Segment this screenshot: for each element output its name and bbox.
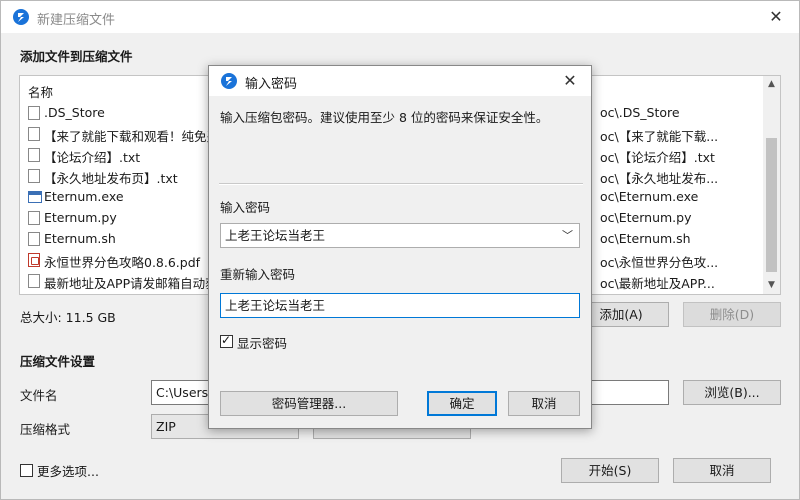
close-icon[interactable]: ✕ xyxy=(761,5,791,29)
file-path: oc\【来了就能下载... xyxy=(600,129,719,144)
file-name: 【永久地址发布页】.txt xyxy=(44,171,178,186)
file-path: oc\Eternum.sh xyxy=(600,231,691,246)
file-path: oc\.DS_Store xyxy=(600,105,680,120)
more-options-checkbox[interactable] xyxy=(20,464,33,477)
bandizip-logo-icon xyxy=(221,73,237,89)
password-value: 上老王论坛当老王 xyxy=(225,228,326,243)
file-icon xyxy=(28,232,40,246)
filename-label: 文件名 xyxy=(20,388,58,403)
exe-icon xyxy=(28,191,42,203)
dialog-title-bar: 输入密码 ✕ xyxy=(209,66,591,96)
file-name: Eternum.sh xyxy=(44,231,116,246)
list-item[interactable]: 永恒世界分色攻略0.8.6.pdf xyxy=(26,250,206,271)
more-options-label[interactable]: 更多选项... xyxy=(37,461,99,480)
list-item[interactable]: 最新地址及APP请发邮箱自动获 xyxy=(26,271,218,292)
list-item[interactable]: Eternum.sh xyxy=(26,229,206,250)
password-label: 输入密码 xyxy=(220,200,271,215)
file-path: oc\永恒世界分色攻... xyxy=(600,255,719,270)
delete-button[interactable]: 删除(D) xyxy=(683,302,781,327)
show-password-checkbox[interactable] xyxy=(220,333,233,348)
dialog-title: 输入密码 xyxy=(245,77,298,92)
total-size-text: 总大小: 11.5 GB xyxy=(20,310,116,325)
divider xyxy=(219,183,583,185)
file-path: oc\最新地址及APP... xyxy=(600,276,715,291)
scrollbar-thumb[interactable] xyxy=(766,138,777,272)
column-header-name[interactable]: 名称 xyxy=(28,82,53,101)
file-path: oc\Eternum.py xyxy=(600,210,692,225)
vertical-scrollbar[interactable]: ▲ ▼ xyxy=(763,76,780,294)
list-item[interactable]: .DS_Store xyxy=(26,103,206,124)
file-name: 最新地址及APP请发邮箱自动获 xyxy=(44,276,218,291)
file-path: oc\【论坛介绍】.txt xyxy=(600,150,715,165)
file-icon xyxy=(28,211,40,225)
file-name: Eternum.py xyxy=(44,210,117,225)
start-button[interactable]: 开始(S) xyxy=(561,458,659,483)
add-files-section-title: 添加文件到压缩文件 xyxy=(20,49,133,64)
browse-button[interactable]: 浏览(B)... xyxy=(683,380,781,405)
reenter-password-field[interactable]: 上老王论坛当老王 xyxy=(220,293,580,318)
dialog-close-icon[interactable]: ✕ xyxy=(555,69,585,93)
list-item[interactable]: Eternum.exe xyxy=(26,187,206,208)
chevron-down-icon[interactable]: ﹀ xyxy=(562,224,573,247)
file-icon xyxy=(28,148,40,162)
cancel-button[interactable]: 取消 xyxy=(673,458,771,483)
window-title: 新建压缩文件 xyxy=(37,13,116,28)
file-icon xyxy=(28,274,40,288)
password-field[interactable]: 上老王论坛当老王 ﹀ xyxy=(220,223,580,248)
file-name: Eternum.exe xyxy=(44,189,124,204)
list-item[interactable]: 【论坛介绍】.txt xyxy=(26,145,206,166)
list-item[interactable]: Eternum.py xyxy=(26,208,206,229)
file-name: 永恒世界分色攻略0.8.6.pdf xyxy=(44,255,201,270)
scroll-down-icon[interactable]: ▼ xyxy=(763,277,780,294)
file-icon xyxy=(28,169,40,183)
file-name: 【来了就能下载和观看！纯免费 xyxy=(44,129,220,144)
ok-button[interactable]: 确定 xyxy=(427,391,497,416)
format-label: 压缩格式 xyxy=(20,422,71,437)
file-icon xyxy=(28,127,40,141)
file-icon xyxy=(28,106,40,120)
file-path: oc\【永久地址发布... xyxy=(600,171,719,186)
bandizip-logo-icon xyxy=(13,9,29,25)
password-manager-button[interactable]: 密码管理器... xyxy=(220,391,398,416)
file-path: oc\Eternum.exe xyxy=(600,189,699,204)
list-item[interactable]: 【永久地址发布页】.txt xyxy=(26,166,206,187)
file-name: 【论坛介绍】.txt xyxy=(44,150,141,165)
compression-settings-title: 压缩文件设置 xyxy=(20,354,96,369)
file-name: .DS_Store xyxy=(44,105,105,120)
reenter-password-label: 重新输入密码 xyxy=(220,267,296,282)
show-password-label[interactable]: 显示密码 xyxy=(237,333,287,352)
title-bar: 新建压缩文件 ✕ xyxy=(1,1,799,33)
pdf-icon xyxy=(28,253,40,267)
list-item[interactable]: 【来了就能下载和观看！纯免费 xyxy=(26,124,219,145)
password-hint-text: 输入压缩包密码。建议使用至少 8 位的密码来保证安全性。 xyxy=(220,110,549,125)
password-dialog: 输入密码 ✕ 输入压缩包密码。建议使用至少 8 位的密码来保证安全性。 输入密码… xyxy=(208,65,592,429)
scroll-up-icon[interactable]: ▲ xyxy=(763,76,780,93)
dialog-cancel-button[interactable]: 取消 xyxy=(508,391,580,416)
